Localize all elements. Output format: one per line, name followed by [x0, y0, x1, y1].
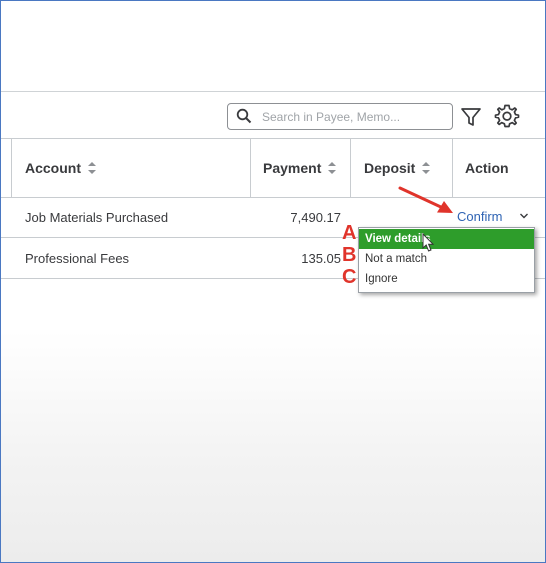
- account-cell: Professional Fees: [25, 250, 130, 266]
- column-divider: [350, 139, 351, 197]
- column-header-action: Action: [465, 139, 509, 197]
- top-divider: [1, 91, 545, 92]
- confirm-button[interactable]: Confirm: [457, 209, 503, 224]
- account-cell: Job Materials Purchased: [25, 209, 169, 225]
- column-header-account-label: Account: [25, 160, 81, 176]
- search-input[interactable]: [262, 107, 442, 126]
- column-header-account[interactable]: Account: [25, 139, 96, 197]
- payment-cell: 135.05: [301, 250, 341, 266]
- annotation-letter-b: B: [342, 244, 357, 266]
- search-icon: [236, 108, 252, 124]
- column-divider: [11, 139, 12, 197]
- column-header-action-label: Action: [465, 160, 509, 176]
- chevron-down-icon[interactable]: [519, 212, 529, 220]
- window-frame: Account Payment Deposit Action Job Mater…: [0, 0, 546, 563]
- sort-icon[interactable]: [328, 161, 337, 175]
- annotation-letter-c: C: [342, 266, 357, 288]
- column-header-payment-label: Payment: [263, 160, 322, 176]
- menu-item-not-a-match[interactable]: Not a match: [359, 249, 534, 269]
- menu-item-ignore[interactable]: Ignore: [359, 269, 534, 289]
- mouse-cursor-icon: [422, 233, 435, 252]
- action-dropdown-menu: View details Not a match Ignore: [358, 227, 535, 293]
- payment-cell: 7,490.17: [290, 209, 341, 225]
- sort-icon[interactable]: [88, 161, 96, 175]
- filter-icon[interactable]: [459, 105, 483, 129]
- annotation-arrow-icon: [398, 186, 453, 213]
- menu-item-view-details[interactable]: View details: [359, 229, 534, 249]
- sort-icon[interactable]: [422, 161, 431, 175]
- table-header: Account Payment Deposit Action: [1, 138, 545, 198]
- settings-gear-icon[interactable]: [494, 103, 520, 129]
- column-header-deposit-label: Deposit: [364, 160, 416, 176]
- column-header-payment[interactable]: Payment: [263, 139, 337, 197]
- search-box[interactable]: [227, 103, 453, 130]
- annotation-letter-a: A: [342, 222, 357, 244]
- column-divider: [250, 139, 251, 197]
